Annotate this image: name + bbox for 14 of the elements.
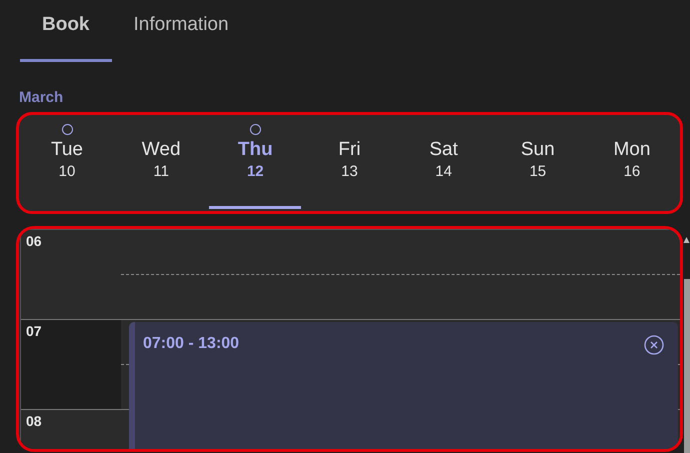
tab[interactable]: Book — [20, 0, 112, 62]
hour-label: 07 — [21, 320, 121, 409]
day-tab[interactable]: Tue 10 — [21, 115, 113, 209]
booking-time: 07:00 - 13:00 — [143, 334, 240, 354]
close-icon[interactable] — [644, 335, 664, 355]
booking-block[interactable]: 07:00 - 13:00 — [129, 322, 678, 449]
day-tab[interactable]: Thu 12 — [209, 115, 302, 209]
day-tab[interactable]: Mon 16 — [586, 115, 678, 209]
day-tab[interactable]: Sat 14 — [398, 115, 490, 209]
tab[interactable]: Information — [112, 0, 251, 62]
day-tab[interactable]: Sun 15 — [492, 115, 584, 209]
day-tab[interactable]: Wed 11 — [115, 115, 208, 209]
day-tab[interactable]: Fri 13 — [303, 115, 396, 209]
month-label: March — [19, 89, 64, 107]
